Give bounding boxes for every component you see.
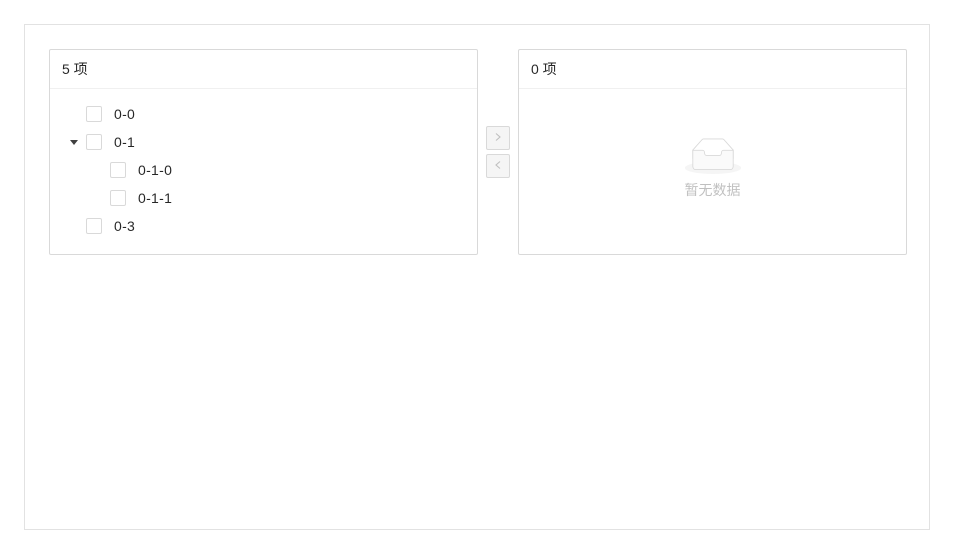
tree-node-checkbox[interactable] — [86, 134, 102, 150]
tree-node-title[interactable]: 0-0 — [114, 106, 135, 122]
transfer-target-panel: 0 项 暂无数据 — [518, 49, 907, 255]
chevron-left-icon — [493, 157, 503, 175]
tree-node-0-3[interactable]: 0-3 — [62, 214, 135, 238]
tree-switcher-placeholder — [62, 214, 86, 238]
tree-node-checkbox[interactable] — [110, 162, 126, 178]
tree-switcher-placeholder — [62, 102, 86, 126]
move-right-button[interactable] — [486, 126, 510, 150]
tree-switcher-placeholder — [86, 186, 110, 210]
tree-node-0-1-1[interactable]: 0-1-1 — [86, 186, 172, 210]
chevron-right-icon — [493, 129, 503, 147]
tree-node-checkbox[interactable] — [110, 190, 126, 206]
source-count-label: 5 项 — [62, 61, 88, 77]
empty-text: 暂无数据 — [684, 182, 741, 198]
empty-inbox-icon — [684, 138, 741, 174]
empty-state: 暂无数据 — [519, 138, 906, 200]
source-panel-header: 5 项 — [50, 50, 477, 89]
target-count-label: 0 项 — [531, 61, 557, 77]
tree-node-title[interactable]: 0-1-1 — [138, 190, 172, 206]
caret-down-icon[interactable] — [62, 130, 86, 154]
transfer-operations — [486, 126, 510, 178]
tree-node-0-1[interactable]: 0-1 — [62, 130, 135, 154]
tree-node-checkbox[interactable] — [86, 218, 102, 234]
transfer-source-panel: 5 项 0-0 0-1 0-1-0 0-1-1 0-3 — [49, 49, 478, 255]
move-left-button[interactable] — [486, 154, 510, 178]
tree-node-checkbox[interactable] — [86, 106, 102, 122]
tree-node-title[interactable]: 0-3 — [114, 218, 135, 234]
target-panel-header: 0 项 — [519, 50, 906, 89]
tree-node-0-1-0[interactable]: 0-1-0 — [86, 158, 172, 182]
tree-switcher-placeholder — [86, 158, 110, 182]
tree-node-0-0[interactable]: 0-0 — [62, 102, 135, 126]
tree-node-title[interactable]: 0-1 — [114, 134, 135, 150]
tree-node-title[interactable]: 0-1-0 — [138, 162, 172, 178]
